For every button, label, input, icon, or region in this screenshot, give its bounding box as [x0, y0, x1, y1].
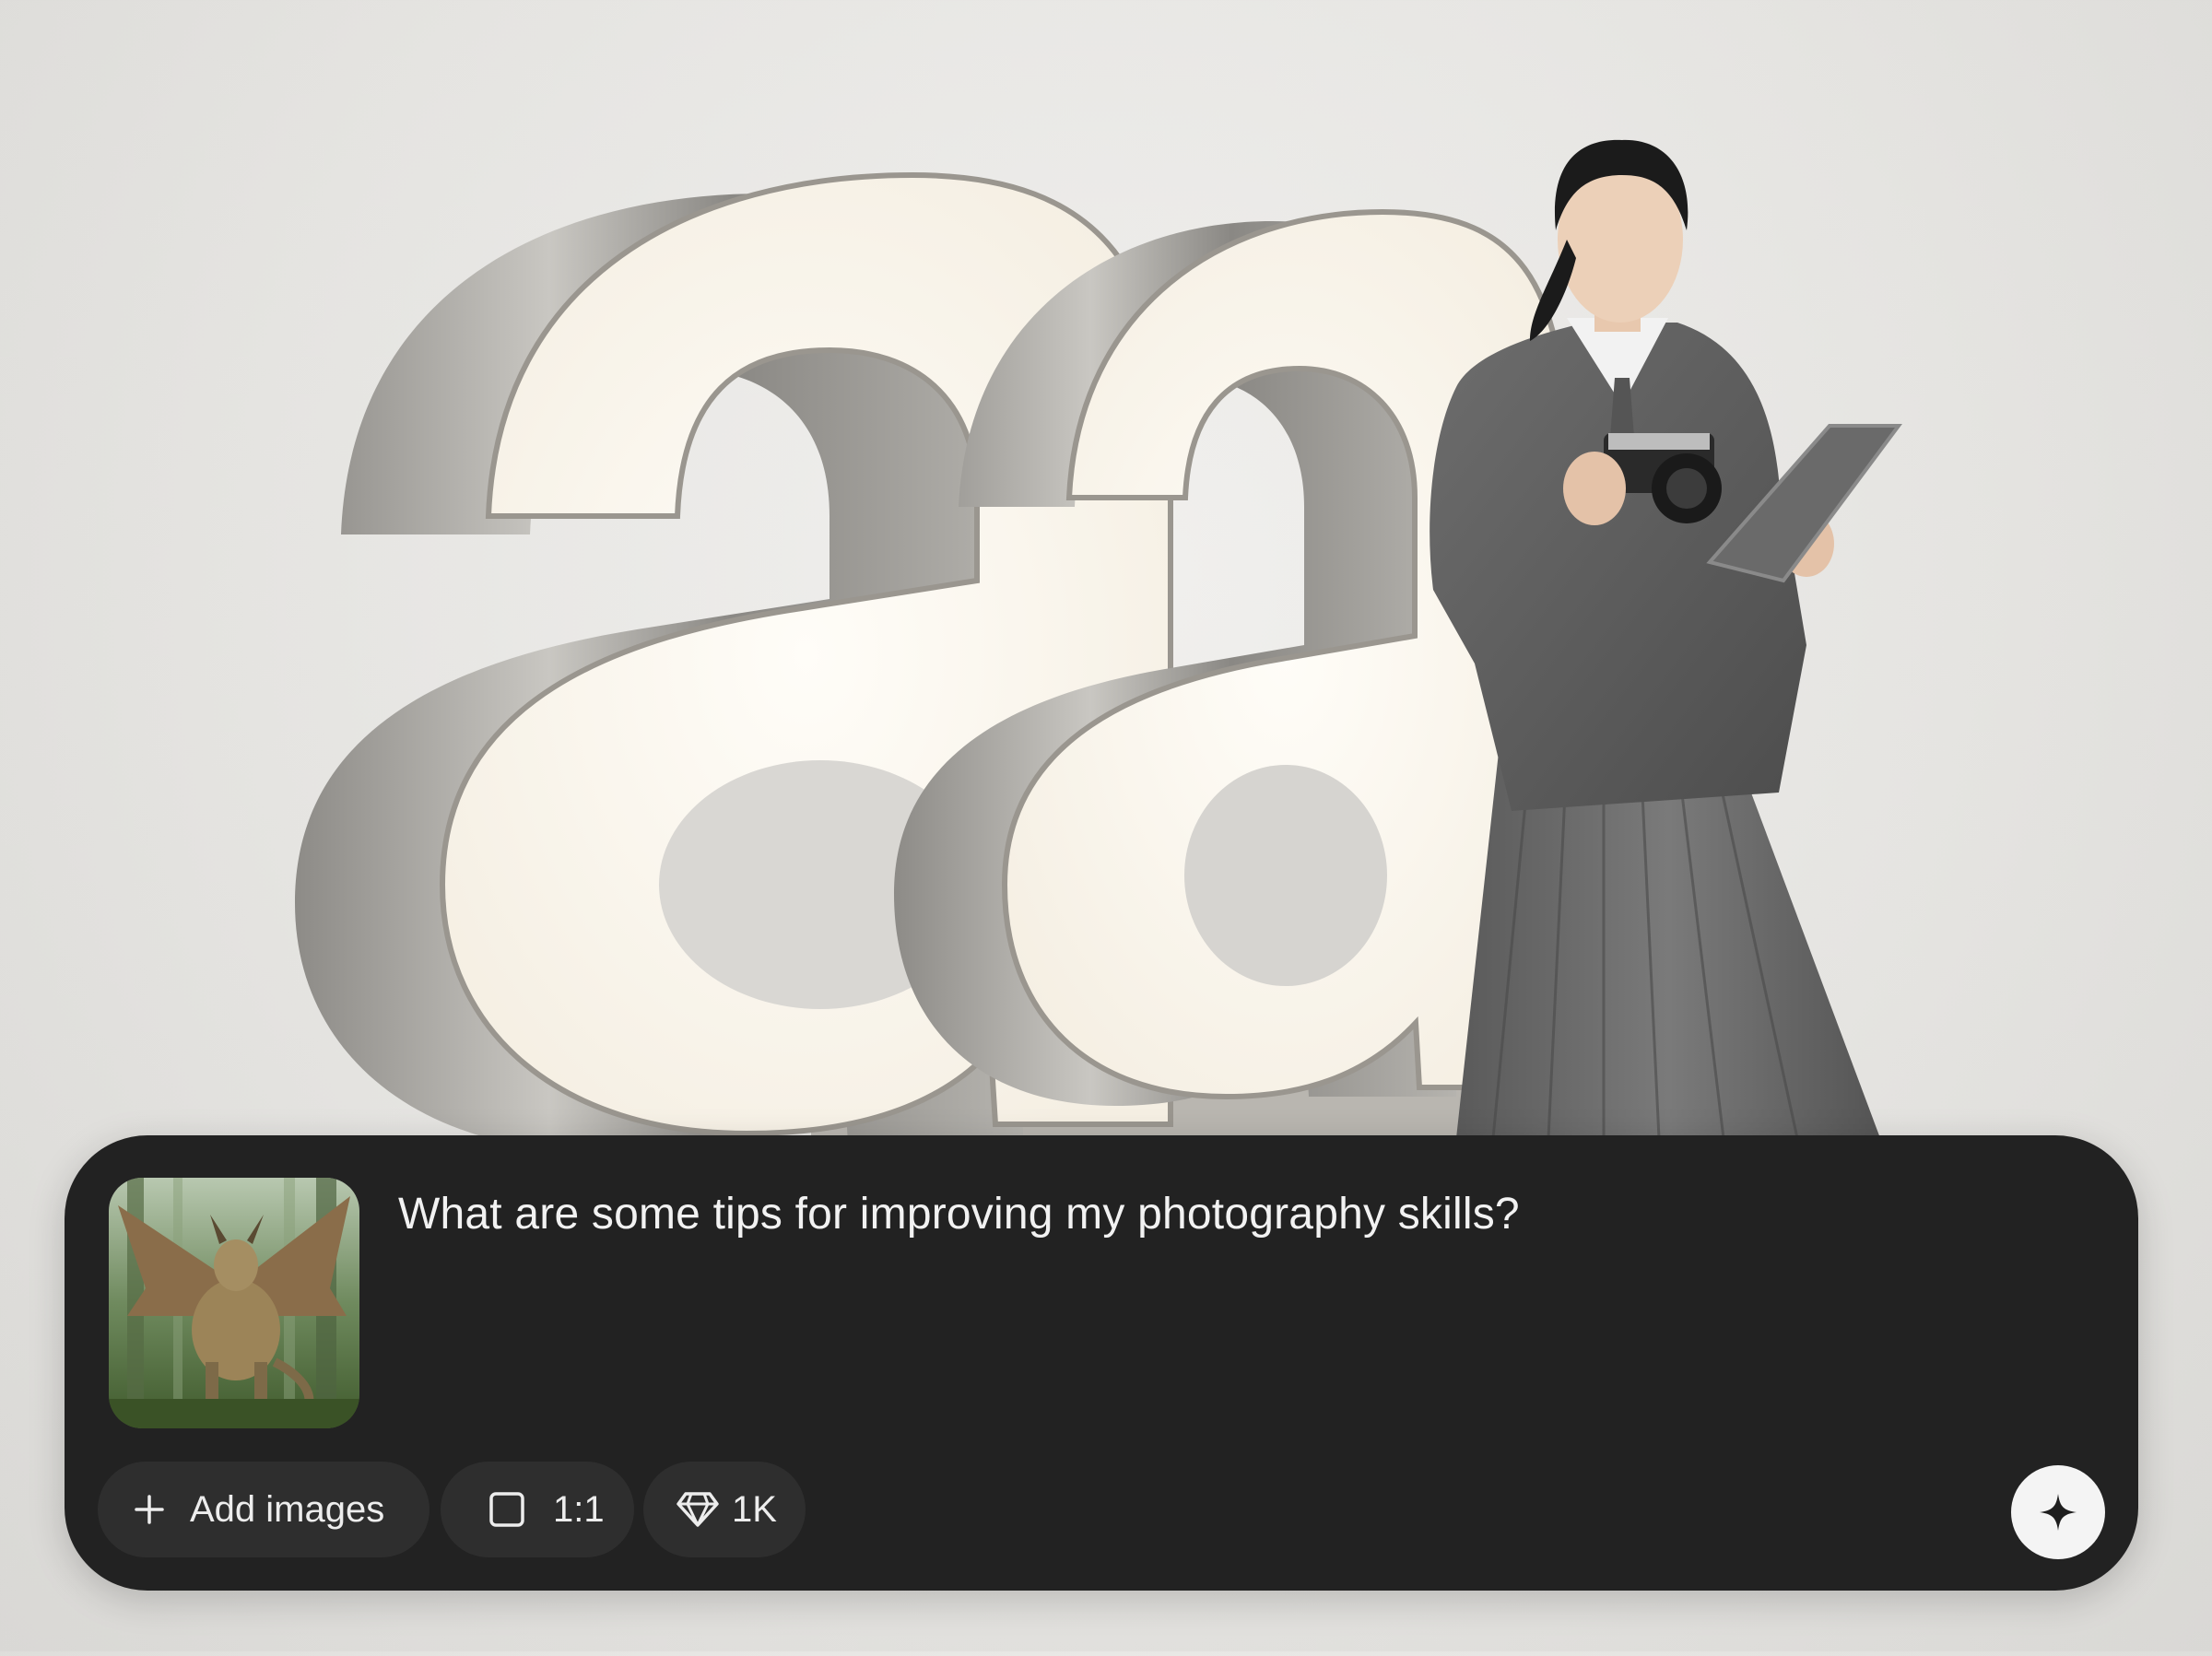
prompt-composer: What are some tips for improving my phot… [65, 1135, 2138, 1591]
sparkle-icon [2040, 1494, 2077, 1531]
diamond-icon [677, 1491, 719, 1528]
plus-icon [133, 1493, 166, 1526]
aspect-ratio-button[interactable]: 1:1 [441, 1462, 634, 1557]
add-images-label: Add images [190, 1488, 385, 1530]
add-images-button[interactable]: Add images [98, 1462, 429, 1557]
prompt-text-input[interactable]: What are some tips for improving my phot… [398, 1185, 2020, 1244]
attached-image-thumbnail[interactable] [109, 1178, 359, 1428]
aspect-ratio-label: 1:1 [553, 1488, 605, 1530]
resolution-label: 1K [732, 1488, 777, 1530]
generate-button[interactable] [2011, 1465, 2105, 1559]
resolution-button[interactable]: 1K [643, 1462, 806, 1557]
dragon-image-icon [109, 1178, 359, 1428]
square-icon [488, 1491, 525, 1528]
